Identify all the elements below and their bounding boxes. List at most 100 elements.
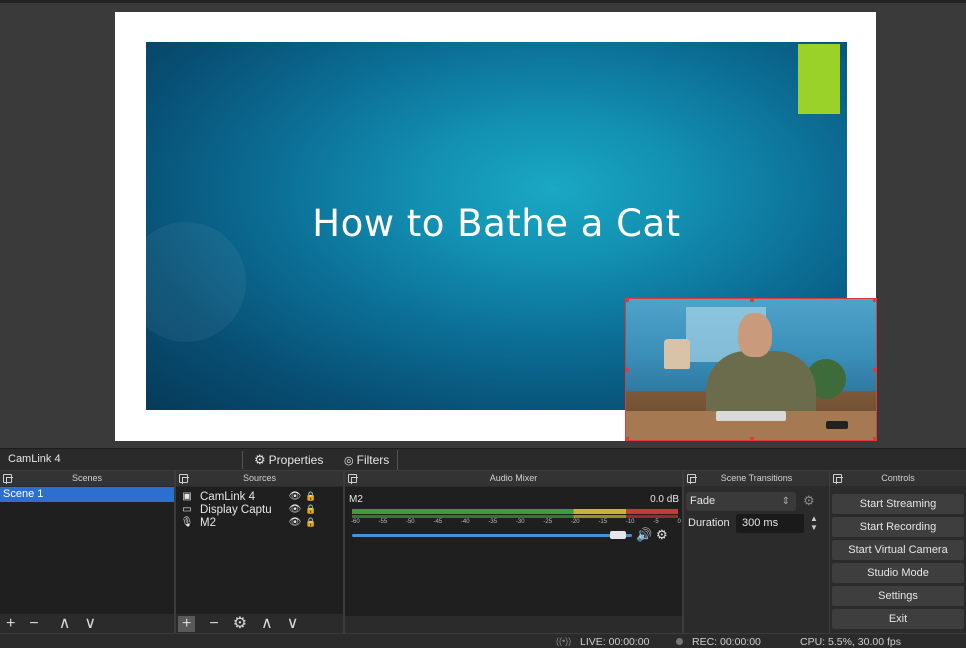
meter-tick-label: -5 [653, 519, 659, 525]
volume-meter [352, 509, 678, 514]
properties-button[interactable]: ⚙ Properties [248, 450, 329, 470]
mixer-track: M2 0.0 dB -60 -55 -50 -45 -40 -35 -30 -25 -20 -15… [349, 491, 681, 543]
speaker-mute-icon[interactable]: 🔊 [636, 527, 652, 543]
start-streaming-button[interactable]: Start Streaming [832, 494, 964, 514]
network-icon: ((•)) [556, 636, 572, 646]
scenes-toolbar: + − ∧ ∨ [0, 614, 174, 633]
obs-window: How to Bathe a Cat CamLink 4 ⚙ Propertie… [0, 0, 966, 648]
volume-slider[interactable] [352, 534, 632, 537]
camera-icon: ▣ [182, 491, 192, 502]
duration-label: Duration [688, 517, 730, 529]
studio-mode-button[interactable]: Studio Mode [832, 563, 964, 583]
visibility-eye-icon[interactable]: 👁 [286, 517, 304, 528]
source-label: M2 [200, 516, 216, 529]
filters-button[interactable]: ◎ Filters [338, 450, 399, 470]
source-item[interactable]: ▣ CamLink 4 👁 🔒 [176, 490, 343, 503]
resize-handle-bm[interactable] [750, 437, 754, 440]
exit-button[interactable]: Exit [832, 609, 964, 629]
meter-tick-label: -60 [351, 519, 360, 525]
lock-icon[interactable]: 🔒 [304, 491, 318, 502]
duration-value: 300 ms [742, 517, 779, 529]
mixer-gear-icon[interactable]: ⚙ [656, 527, 668, 543]
lock-icon[interactable]: 🔒 [304, 517, 318, 528]
move-scene-up-button[interactable]: ∧ [59, 615, 71, 632]
source-label: CamLink 4 [200, 490, 255, 503]
audio-mixer-dock-title: Audio Mixer [489, 473, 538, 483]
resize-handle-tl[interactable] [626, 299, 629, 302]
sources-dock: Sources ▣ CamLink 4 👁 🔒 ▭ Display Captu … [176, 471, 343, 633]
duration-input[interactable]: 300 ms [736, 514, 804, 533]
audio-mixer-body: M2 0.0 dB -60 -55 -50 -45 -40 -35 -30 -25 -20 -15… [345, 487, 682, 616]
move-scene-down-button[interactable]: ∨ [84, 615, 96, 632]
meter-tick-label: 0 [677, 519, 681, 525]
meter-tick-label: -35 [488, 519, 498, 525]
move-source-up-button[interactable]: ∧ [261, 615, 273, 632]
visibility-eye-icon[interactable]: 👁 [286, 504, 304, 515]
webcam-phone [826, 421, 848, 429]
resize-handle-tm[interactable] [750, 299, 754, 302]
settings-button[interactable]: Settings [832, 586, 964, 606]
dock-float-icon[interactable] [348, 474, 358, 484]
scene-item[interactable]: Scene 1 [0, 487, 174, 502]
source-context-bar: CamLink 4 ⚙ Properties ◎ Filters [0, 448, 966, 470]
transition-select-value: Fade [690, 495, 716, 507]
dock-float-icon[interactable] [3, 474, 13, 484]
live-timer: LIVE: 00:00:00 [580, 636, 650, 648]
gear-icon: ⚙ [254, 452, 266, 467]
webcam-source[interactable] [625, 298, 877, 441]
filters-label: Filters [356, 453, 390, 467]
mixer-track-level: 0.0 dB [650, 494, 679, 505]
lock-icon[interactable]: 🔒 [304, 504, 318, 515]
status-bar: ((•)) LIVE: 00:00:00 REC: 00:00:00 CPU: … [0, 634, 966, 648]
start-virtual-camera-button[interactable]: Start Virtual Camera [832, 540, 964, 560]
source-item[interactable]: 🎙 M2 👁 🔒 [176, 516, 343, 529]
remove-scene-button[interactable]: − [29, 615, 38, 632]
scene-transitions-dock: Scene Transitions Fade ⇕ ⚙ Duration 300 … [684, 471, 829, 633]
slide-title: How to Bathe a Cat [312, 202, 681, 245]
preview-area[interactable]: How to Bathe a Cat [0, 0, 966, 448]
sources-dock-header: Sources [176, 471, 343, 486]
dock-float-icon[interactable] [833, 474, 843, 484]
source-item[interactable]: ▭ Display Captu 👁 🔒 [176, 503, 343, 516]
properties-label: Properties [268, 453, 324, 467]
sources-list[interactable]: ▣ CamLink 4 👁 🔒 ▭ Display Captu 👁 🔒 🎙 M2… [176, 487, 343, 616]
scene-transitions-dock-title: Scene Transitions [720, 473, 793, 483]
meter-tick-label: -15 [598, 519, 608, 525]
title-bar-divider [0, 0, 966, 3]
controls-dock: Controls Start Streaming Start Recording… [830, 471, 966, 633]
move-source-down-button[interactable]: ∨ [287, 615, 299, 632]
resize-handle-ml[interactable] [626, 368, 629, 372]
slide-green-accent [798, 44, 840, 114]
dock-float-icon[interactable] [687, 474, 697, 484]
add-source-button[interactable]: + [178, 615, 196, 632]
audio-mixer-dock-header: Audio Mixer [345, 471, 682, 486]
sources-toolbar: + − ⚙ ∧ ∨ [176, 614, 343, 633]
transition-gear-icon[interactable]: ⚙ [803, 493, 815, 509]
remove-source-button[interactable]: − [209, 615, 218, 632]
controls-dock-header: Controls [830, 471, 966, 486]
meter-tick-label: -45 [433, 519, 443, 525]
resize-handle-tr[interactable] [873, 299, 876, 302]
meter-scale: -60 -55 -50 -45 -40 -35 -30 -25 -20 -15 -10 -5 0 [351, 519, 681, 525]
source-label: Display Captu [200, 503, 272, 516]
rec-timer: REC: 00:00:00 [692, 636, 761, 648]
visibility-eye-icon[interactable]: 👁 [286, 491, 304, 502]
resize-handle-mr[interactable] [873, 368, 876, 372]
dock-float-icon[interactable] [179, 474, 189, 484]
resize-handle-bl[interactable] [626, 437, 629, 440]
selected-source-name: CamLink 4 [8, 453, 61, 465]
volume-slider-handle[interactable] [610, 531, 626, 539]
add-scene-button[interactable]: + [6, 615, 15, 632]
start-recording-button[interactable]: Start Recording [832, 517, 964, 537]
microphone-icon: 🎙 [180, 517, 194, 528]
cpu-fps-readout: CPU: 5.5%, 30.00 fps [800, 636, 901, 648]
scenes-list[interactable]: Scene 1 [0, 487, 174, 616]
controls-dock-title: Controls [881, 473, 915, 483]
transition-select[interactable]: Fade ⇕ [686, 492, 796, 511]
resize-handle-br[interactable] [873, 437, 876, 440]
meter-tick-label: -10 [625, 519, 635, 525]
source-properties-gear-icon[interactable]: ⚙ [233, 615, 247, 632]
meter-tick-label: -55 [378, 519, 388, 525]
meter-tick-label: -50 [405, 519, 415, 525]
duration-stepper[interactable]: ▲ ▼ [807, 514, 821, 533]
